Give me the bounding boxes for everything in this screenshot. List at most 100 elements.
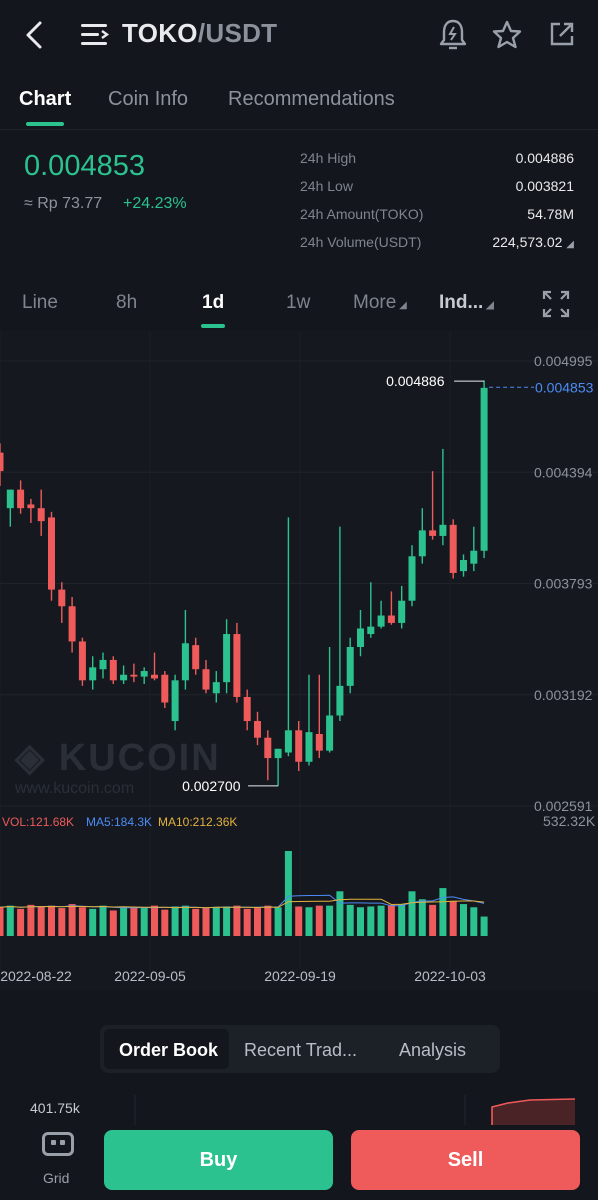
candlestick-chart[interactable]: 0.004995 0.004394 0.003793 0.003192 0.002591… (0, 331, 598, 991)
volume-bar (120, 906, 128, 936)
x-tick-label: 2022-08-22 (0, 968, 72, 984)
candle-body (17, 489, 25, 509)
watermark-text: KUCOIN (58, 737, 221, 779)
volume-legend-vol: VOL:121.68K (2, 815, 74, 829)
volume-bar (377, 905, 385, 936)
stat-label-high: 24h High (300, 150, 357, 166)
volume-bar (181, 905, 189, 936)
volume-bar (233, 905, 241, 936)
candle-body (109, 659, 117, 681)
candle-body (243, 696, 251, 722)
candle-body (223, 634, 231, 683)
volume-bar (295, 906, 303, 936)
tab-chart[interactable]: Chart (19, 88, 71, 111)
candle-body (336, 685, 344, 716)
volume-axis-max: 532.32K (543, 813, 596, 829)
volume-bar (305, 907, 313, 936)
volume-legend-ma5: MA5:184.3K (86, 815, 152, 829)
volume-bar (326, 905, 334, 936)
volume-bar (470, 907, 478, 936)
candle-body (78, 641, 86, 681)
volume-bar (109, 910, 117, 936)
candle-body (357, 628, 364, 647)
caret-icon: ◢ (396, 300, 407, 311)
interval-8h[interactable]: 8h (116, 292, 137, 314)
grid-icon[interactable] (42, 1132, 74, 1156)
candle-body (58, 589, 66, 607)
volume-legend-ma10: MA10:212.36K (158, 815, 237, 829)
volume-bar (99, 905, 107, 936)
candle-body (367, 626, 375, 635)
candle-body (171, 680, 179, 722)
volume-bar (68, 904, 76, 936)
candle-body (151, 674, 158, 679)
segment-analysis[interactable]: Analysis (399, 1040, 466, 1061)
tab-coin-info[interactable]: Coin Info (108, 88, 188, 111)
base-symbol: TOKO (122, 18, 198, 48)
candle-body (470, 550, 478, 564)
volume-bar (346, 904, 354, 936)
candle-body (192, 645, 200, 670)
volume-bar (130, 907, 138, 936)
candle-body (130, 674, 138, 677)
watermark-brand: ◈ KUCOIN (15, 735, 221, 780)
interval-more[interactable]: More ◢ (353, 292, 407, 314)
volume-bar (315, 905, 323, 936)
interval-line[interactable]: Line (22, 292, 58, 314)
price-axis-label: 0.003192 (534, 687, 593, 703)
interval-1w[interactable]: 1w (286, 292, 310, 314)
chart-area[interactable]: 0.004995 0.004394 0.003793 0.003192 0.002591… (0, 331, 598, 991)
volume-bar (336, 891, 344, 936)
tab-recommendations[interactable]: Recommendations (228, 88, 395, 111)
chevron-left-icon[interactable] (22, 20, 46, 50)
volume-bar (17, 908, 25, 936)
volume-bar (0, 907, 4, 936)
volume-bar (58, 908, 66, 936)
last-price-label: 0.004853 (535, 379, 594, 395)
kucoin-logo-icon: ◈ (15, 737, 47, 779)
volume-bar (48, 905, 55, 936)
stat-label-amount: 24h Amount(TOKO) (300, 206, 424, 222)
candle-body (89, 667, 97, 681)
candle-body (398, 600, 406, 623)
top-bar: TOKO/USDT (0, 0, 598, 70)
volume-bar (480, 916, 488, 936)
bell-alert-icon[interactable] (438, 18, 468, 50)
pair-title[interactable]: TOKO/USDT (122, 18, 277, 49)
candle-body (449, 524, 457, 573)
candle-body (429, 530, 437, 536)
candle-body (418, 530, 426, 557)
stat-value-high: 0.004886 (515, 150, 574, 166)
interval-1d[interactable]: 1d (202, 292, 224, 314)
volume-bar (439, 888, 447, 936)
volume-bar (37, 906, 45, 936)
share-icon[interactable] (548, 20, 576, 48)
chart-grid (0, 331, 598, 971)
stat-label-volume: 24h Volume(USDT) (300, 234, 422, 250)
volume-bar (254, 908, 261, 936)
volume-bar (274, 907, 282, 936)
interval-bar: Line 8h 1d 1w More ◢ Ind... ◢ (0, 280, 598, 330)
price-axis-label: 0.003793 (534, 576, 593, 592)
stat-value-volume[interactable]: 224,573.02 ◢ (492, 234, 574, 250)
menu-icon[interactable] (80, 22, 110, 48)
candle-body (181, 643, 189, 681)
sell-button[interactable]: Sell (351, 1130, 580, 1190)
candle-body (48, 517, 55, 590)
x-tick-label: 2022-09-19 (264, 968, 336, 984)
price-axis-label: 0.004995 (534, 353, 593, 369)
candle-body (161, 674, 169, 703)
low-marker-label: 0.002700 (182, 778, 241, 794)
segment-recent-trades[interactable]: Recent Trad... (244, 1040, 357, 1061)
buy-button[interactable]: Buy (104, 1130, 333, 1190)
volume-bar (151, 905, 158, 936)
candle-body (315, 733, 323, 751)
volume-bar (387, 904, 395, 936)
candle-body (305, 732, 313, 762)
segment-order-book[interactable]: Order Book (119, 1040, 218, 1061)
candle-body (6, 489, 14, 509)
candle-body (140, 671, 148, 677)
expand-icon[interactable] (542, 290, 570, 318)
star-icon[interactable] (492, 20, 522, 50)
indicators-menu[interactable]: Ind... ◢ (439, 292, 494, 314)
